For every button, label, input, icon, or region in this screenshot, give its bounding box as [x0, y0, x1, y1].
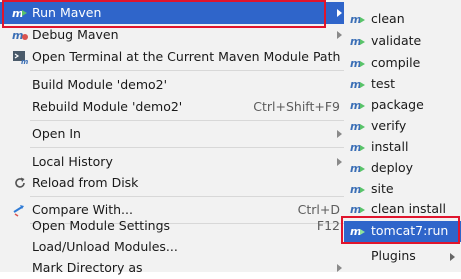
menu-item-reload-from-disk[interactable]: Reload from Disk	[0, 172, 350, 194]
svg-text:m: m	[350, 225, 361, 238]
submenu-item-install[interactable]: m install	[344, 137, 461, 158]
maven-goal-icon: m	[350, 119, 366, 135]
maven-goal-icon: m	[350, 56, 366, 72]
submenu-item-label: tomcat7:run	[371, 223, 449, 238]
submenu-arrow-icon	[450, 253, 455, 261]
menu-item-label: Local History	[32, 154, 113, 169]
submenu-item-validate[interactable]: m validate	[344, 31, 461, 52]
menu-separator	[30, 70, 348, 71]
menu-item-label: Build Module 'demo2'	[32, 77, 168, 92]
menu-item-run-maven[interactable]: m Run Maven	[0, 2, 350, 24]
submenu-item-label: package	[371, 97, 424, 112]
svg-text:m: m	[12, 29, 23, 42]
svg-text:m: m	[350, 57, 361, 70]
menu-item-label: Rebuild Module 'demo2'	[32, 99, 183, 114]
submenu-arrow-icon	[337, 158, 342, 166]
submenu-item-label: deploy	[371, 160, 414, 175]
menu-separator	[30, 120, 348, 121]
svg-text:m: m	[350, 78, 361, 91]
svg-text:m: m	[350, 141, 361, 154]
submenu-arrow-icon	[337, 130, 342, 138]
maven-goal-icon: m	[350, 182, 366, 198]
submenu-item-label: site	[371, 181, 394, 196]
menu-item-label: Open Terminal at the Current Maven Modul…	[32, 49, 341, 64]
submenu-item-label: validate	[371, 33, 422, 48]
terminal-icon: m	[12, 49, 28, 65]
context-menu: m Run Maven m Debug Maven m Open Termina…	[0, 0, 351, 275]
menu-separator	[30, 147, 348, 148]
maven-goal-icon: m	[350, 224, 366, 240]
maven-goal-icon: m	[350, 161, 366, 177]
submenu-item-compile[interactable]: m compile	[344, 53, 461, 74]
svg-text:m: m	[350, 13, 361, 26]
submenu-item-label: clean	[371, 11, 405, 26]
maven-goal-icon: m	[350, 202, 366, 218]
menu-item-label: Open Module Settings	[32, 218, 171, 233]
svg-text:m: m	[350, 35, 361, 48]
submenu-item-label: compile	[371, 55, 421, 70]
reload-icon	[12, 175, 28, 191]
menu-item-label: Mark Directory as	[32, 260, 143, 275]
menu-item-label: Debug Maven	[32, 27, 119, 42]
maven-run-icon: m	[12, 5, 28, 21]
submenu-item-label: Plugins	[371, 248, 416, 263]
submenu-item-test[interactable]: m test	[344, 74, 461, 95]
maven-goals-submenu: m clean m validate m compile m test m pa…	[344, 0, 461, 272]
submenu-item-verify[interactable]: m verify	[344, 116, 461, 137]
submenu-item-package[interactable]: m package	[344, 95, 461, 116]
submenu-item-label: clean install	[371, 201, 447, 216]
submenu-arrow-icon	[337, 31, 342, 39]
menu-item-local-history[interactable]: Local History	[0, 151, 350, 173]
submenu-item-plugins[interactable]: Plugins	[344, 246, 461, 267]
submenu-item-clean-install[interactable]: m clean install	[344, 199, 461, 220]
menu-item-shortcut: F12	[316, 218, 340, 233]
submenu-arrow-icon	[337, 9, 342, 17]
maven-goal-icon: m	[350, 98, 366, 114]
submenu-item-clean[interactable]: m clean	[344, 9, 461, 30]
maven-debug-icon: m	[12, 27, 28, 43]
maven-goal-icon: m	[350, 140, 366, 156]
submenu-arrow-icon	[337, 264, 342, 272]
menu-item-load-unload-modules[interactable]: Load/Unload Modules...	[0, 236, 350, 258]
menu-item-label: Run Maven	[32, 5, 102, 20]
menu-item-debug-maven[interactable]: m Debug Maven	[0, 24, 350, 46]
menu-item-label: Reload from Disk	[32, 175, 139, 190]
menu-item-label: Load/Unload Modules...	[32, 239, 178, 254]
svg-text:m: m	[350, 99, 361, 112]
maven-goal-icon: m	[350, 77, 366, 93]
svg-text:m: m	[350, 162, 361, 175]
submenu-item-label: verify	[371, 118, 407, 133]
svg-text:m: m	[350, 203, 361, 216]
menu-item-label: Open In	[32, 126, 81, 141]
submenu-item-deploy[interactable]: m deploy	[344, 158, 461, 179]
menu-item-open-in[interactable]: Open In	[0, 123, 350, 145]
svg-text:m: m	[21, 58, 28, 64]
svg-text:m: m	[350, 120, 361, 133]
submenu-item-tomcat7-run[interactable]: m tomcat7:run	[344, 221, 461, 242]
submenu-item-label: test	[371, 76, 396, 91]
menu-separator	[30, 196, 348, 197]
submenu-item-label: install	[371, 139, 409, 154]
menu-item-build-module[interactable]: Build Module 'demo2'	[0, 74, 350, 96]
svg-text:m: m	[12, 7, 23, 20]
menu-item-open-module-settings[interactable]: Open Module Settings F12	[0, 215, 350, 237]
svg-text:m: m	[350, 183, 361, 196]
menu-item-open-terminal[interactable]: m Open Terminal at the Current Maven Mod…	[0, 46, 350, 68]
menu-item-shortcut: Ctrl+Shift+F9	[253, 99, 340, 114]
menu-item-rebuild-module[interactable]: Rebuild Module 'demo2' Ctrl+Shift+F9	[0, 96, 350, 118]
maven-goal-icon: m	[350, 12, 366, 28]
submenu-item-site[interactable]: m site	[344, 179, 461, 200]
maven-goal-icon: m	[350, 34, 366, 50]
menu-item-mark-directory-as[interactable]: Mark Directory as	[0, 257, 350, 279]
